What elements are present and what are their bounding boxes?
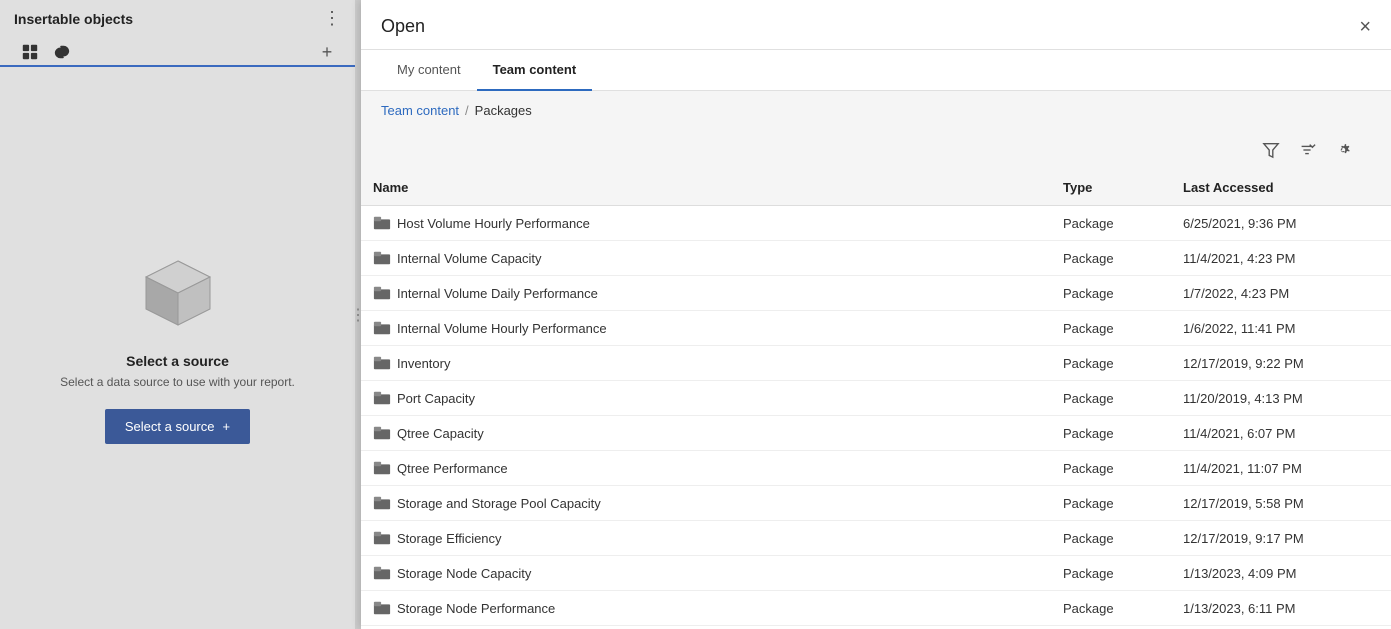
add-button[interactable]: + <box>315 40 339 64</box>
table-row[interactable]: Internal Volume CapacityPackage11/4/2021… <box>361 241 1391 276</box>
table-row[interactable]: Storage EfficiencyPackage12/17/2019, 9:1… <box>361 521 1391 556</box>
dialog: Open × My content Team content Team cont… <box>361 0 1391 629</box>
tab-my-content[interactable]: My content <box>381 50 477 91</box>
left-panel-content: Select a source Select a data source to … <box>0 67 355 629</box>
row-name-cell: Storage and Storage Pool Capacity <box>361 486 1051 521</box>
breadcrumb-separator: / <box>465 103 469 118</box>
row-name-cell: Inventory <box>361 346 1051 381</box>
row-name-cell: Qtree Capacity <box>361 416 1051 451</box>
table-row[interactable]: Qtree CapacityPackage11/4/2021, 6:07 PM <box>361 416 1391 451</box>
left-panel-toolbar: + <box>0 29 355 67</box>
row-type-cell: Package <box>1051 311 1171 346</box>
select-source-button[interactable]: Select a source + <box>105 409 250 444</box>
table-row[interactable]: Storage and Storage Pool CapacityPackage… <box>361 486 1391 521</box>
row-last-accessed-cell: 11/4/2021, 11:07 PM <box>1171 451 1391 486</box>
row-last-accessed-cell: 12/17/2019, 9:17 PM <box>1171 521 1391 556</box>
row-type-cell: Package <box>1051 486 1171 521</box>
link-tab-icon[interactable] <box>48 39 76 67</box>
dialog-tabs: My content Team content <box>361 50 1391 91</box>
table-row[interactable]: Storage Node CapacityPackage1/13/2023, 4… <box>361 556 1391 591</box>
settings-icon[interactable] <box>1331 138 1355 162</box>
select-source-title: Select a source <box>126 353 229 369</box>
row-last-accessed-cell: 1/13/2023, 6:11 PM <box>1171 591 1391 626</box>
row-name-cell: Internal Volume Hourly Performance <box>361 311 1051 346</box>
select-source-desc: Select a data source to use with your re… <box>60 375 295 389</box>
table-row[interactable]: Qtree PerformancePackage11/4/2021, 11:07… <box>361 451 1391 486</box>
select-source-btn-label: Select a source <box>125 419 215 434</box>
row-type-cell: Package <box>1051 381 1171 416</box>
left-panel-title: Insertable objects <box>14 11 133 27</box>
row-type-cell: Package <box>1051 521 1171 556</box>
row-type-cell: Package <box>1051 591 1171 626</box>
row-last-accessed-cell: 1/7/2022, 4:23 PM <box>1171 276 1391 311</box>
row-name-cell: Storage Node Capacity <box>361 556 1051 591</box>
col-name: Name <box>361 170 1051 206</box>
left-panel: Insertable objects ⋮ + <box>0 0 355 629</box>
row-name-cell: Qtree Performance <box>361 451 1051 486</box>
packages-table: Name Type Last Accessed Host Volume Hour… <box>361 170 1391 626</box>
table-row[interactable]: Storage Node PerformancePackage1/13/2023… <box>361 591 1391 626</box>
row-last-accessed-cell: 1/6/2022, 11:41 PM <box>1171 311 1391 346</box>
row-name-cell: Host Volume Hourly Performance <box>361 206 1051 241</box>
row-type-cell: Package <box>1051 346 1171 381</box>
col-type: Type <box>1051 170 1171 206</box>
filter-icon[interactable] <box>1259 138 1283 162</box>
row-last-accessed-cell: 6/25/2021, 9:36 PM <box>1171 206 1391 241</box>
row-type-cell: Package <box>1051 416 1171 451</box>
row-last-accessed-cell: 11/4/2021, 4:23 PM <box>1171 241 1391 276</box>
row-name-cell: Internal Volume Capacity <box>361 241 1051 276</box>
dialog-title: Open <box>381 16 425 37</box>
breadcrumb-packages: Packages <box>475 103 532 118</box>
table-container[interactable]: Name Type Last Accessed Host Volume Hour… <box>361 170 1391 629</box>
row-name-cell: Port Capacity <box>361 381 1051 416</box>
more-options-icon[interactable]: ⋮ <box>323 8 341 29</box>
dialog-toolbar <box>361 130 1391 170</box>
dialog-header: Open × <box>361 0 1391 50</box>
row-last-accessed-cell: 1/13/2023, 4:09 PM <box>1171 556 1391 591</box>
breadcrumb: Team content / Packages <box>361 91 1391 130</box>
table-header-row: Name Type Last Accessed <box>361 170 1391 206</box>
row-last-accessed-cell: 11/4/2021, 6:07 PM <box>1171 416 1391 451</box>
objects-tab-icon[interactable] <box>16 39 44 67</box>
row-name-cell: Storage Efficiency <box>361 521 1051 556</box>
row-name-cell: Internal Volume Daily Performance <box>361 276 1051 311</box>
table-row[interactable]: Host Volume Hourly PerformancePackage6/2… <box>361 206 1391 241</box>
left-panel-top-icons: ⋮ <box>323 8 341 29</box>
row-type-cell: Package <box>1051 206 1171 241</box>
close-button[interactable]: × <box>1359 17 1371 37</box>
table-row[interactable]: InventoryPackage12/17/2019, 9:22 PM <box>361 346 1391 381</box>
select-source-plus-icon: + <box>223 419 231 434</box>
tab-icons <box>16 39 76 65</box>
row-type-cell: Package <box>1051 556 1171 591</box>
cube-icon <box>138 253 218 333</box>
row-name-cell: Storage Node Performance <box>361 591 1051 626</box>
row-last-accessed-cell: 12/17/2019, 5:58 PM <box>1171 486 1391 521</box>
tab-team-content[interactable]: Team content <box>477 50 593 91</box>
table-row[interactable]: Port CapacityPackage11/20/2019, 4:13 PM <box>361 381 1391 416</box>
table-row[interactable]: Internal Volume Daily PerformancePackage… <box>361 276 1391 311</box>
breadcrumb-team-content[interactable]: Team content <box>381 103 459 118</box>
row-type-cell: Package <box>1051 241 1171 276</box>
sort-icon[interactable] <box>1295 138 1319 162</box>
left-panel-header: Insertable objects ⋮ <box>0 0 355 29</box>
table-row[interactable]: Internal Volume Hourly PerformancePackag… <box>361 311 1391 346</box>
row-last-accessed-cell: 12/17/2019, 9:22 PM <box>1171 346 1391 381</box>
row-type-cell: Package <box>1051 451 1171 486</box>
row-last-accessed-cell: 11/20/2019, 4:13 PM <box>1171 381 1391 416</box>
col-last-accessed: Last Accessed <box>1171 170 1391 206</box>
row-type-cell: Package <box>1051 276 1171 311</box>
